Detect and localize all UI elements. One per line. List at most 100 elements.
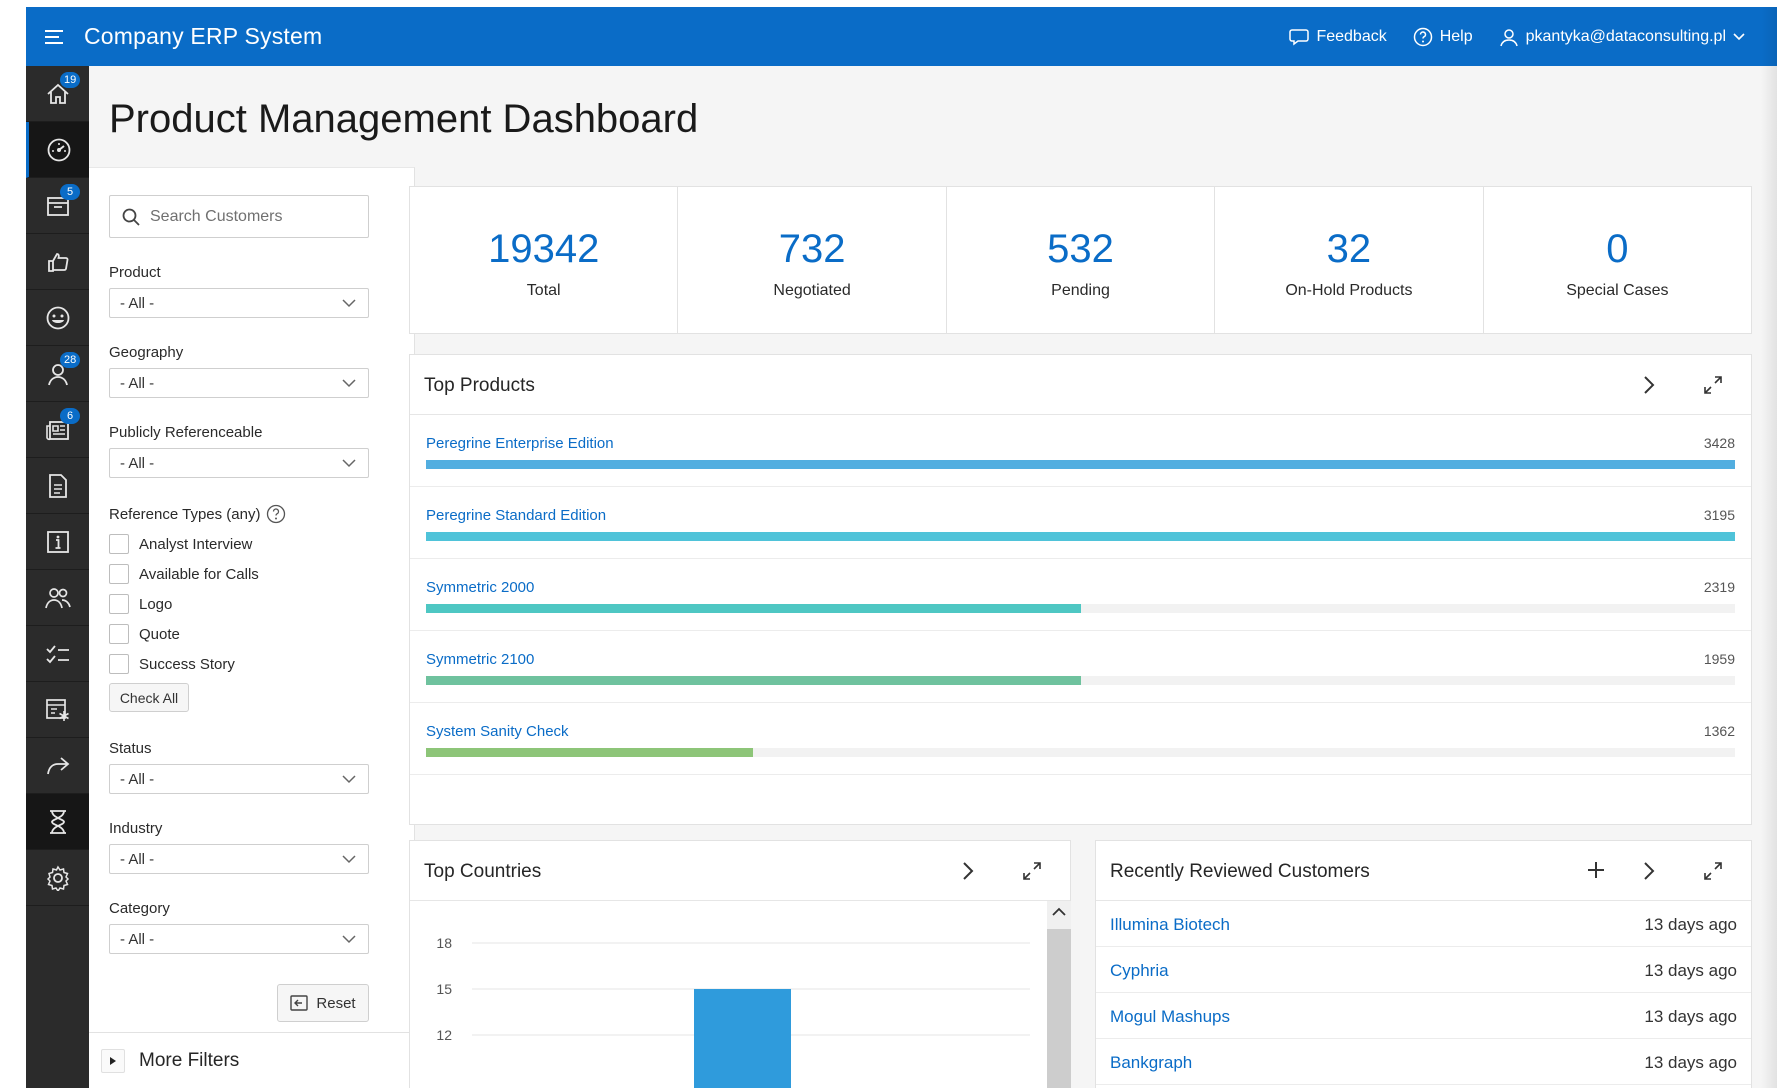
- product-select[interactable]: - All -: [109, 288, 369, 318]
- stat-total[interactable]: 19342 Total: [410, 187, 679, 333]
- nav-users[interactable]: 28: [26, 346, 89, 402]
- industry-select-value: - All -: [120, 850, 155, 868]
- nav-news[interactable]: 6: [26, 402, 89, 458]
- hamburger-menu-button[interactable]: [26, 7, 84, 66]
- product-name[interactable]: Peregrine Standard Edition: [426, 507, 606, 524]
- reviewed-customer-row[interactable]: Illumina Biotech 13 days ago: [1096, 901, 1751, 947]
- checkbox-success-story[interactable]: Success Story: [109, 654, 235, 674]
- stat-label: Special Cases: [1566, 282, 1669, 299]
- product-name[interactable]: Symmetric 2000: [426, 579, 534, 596]
- nav-home[interactable]: 19: [26, 66, 89, 122]
- app-window: Company ERP System Feedback Help pkantyk…: [26, 7, 1777, 1088]
- help-circle-icon: [1413, 27, 1432, 46]
- product-count: 3195: [1703, 507, 1735, 523]
- customer-name[interactable]: Bankgraph: [1110, 1053, 1192, 1073]
- help-circle-icon[interactable]: [266, 504, 286, 524]
- stat-pending[interactable]: 532 Pending: [947, 187, 1216, 333]
- reset-button[interactable]: Reset: [277, 984, 369, 1022]
- chevron-right-icon[interactable]: [1643, 861, 1655, 881]
- search-customers-input[interactable]: [150, 207, 350, 226]
- product-name[interactable]: Peregrine Enterprise Edition: [426, 435, 614, 452]
- checkbox-logo[interactable]: Logo: [109, 594, 172, 614]
- nav-forms[interactable]: [26, 682, 89, 738]
- stat-value: 532: [1047, 227, 1114, 271]
- emoji-face-icon: [46, 306, 69, 329]
- share-arrow-icon: [46, 756, 69, 774]
- chevron-right-icon[interactable]: [1643, 375, 1655, 395]
- nav-documents[interactable]: [26, 458, 89, 514]
- app-title[interactable]: Company ERP System: [84, 23, 322, 50]
- nav-groups[interactable]: [26, 570, 89, 626]
- nav-settings[interactable]: [26, 850, 89, 906]
- nav-dashboard[interactable]: [26, 122, 89, 178]
- stat-negotiated[interactable]: 732 Negotiated: [678, 187, 947, 333]
- expand-icon[interactable]: [1703, 861, 1723, 881]
- filter-panel: Product - All - Geography - All - Public…: [89, 167, 415, 1088]
- status-select[interactable]: - All -: [109, 764, 369, 794]
- product-row[interactable]: Symmetric 2100 1959: [410, 631, 1751, 703]
- product-bar-fill: [426, 676, 1081, 685]
- check-all-button[interactable]: Check All: [109, 683, 189, 712]
- plus-icon[interactable]: [1587, 861, 1605, 879]
- hourglass-icon: [49, 809, 66, 834]
- checkbox[interactable]: [109, 654, 129, 674]
- checkbox[interactable]: [109, 594, 129, 614]
- dashboard-gauge-icon: [47, 138, 71, 161]
- customer-name[interactable]: Illumina Biotech: [1110, 915, 1230, 935]
- customer-name[interactable]: Cyphria: [1110, 961, 1169, 981]
- user-menu[interactable]: pkantyka@dataconsulting.pl: [1499, 27, 1745, 47]
- checkbox-analyst-interview[interactable]: Analyst Interview: [109, 534, 252, 554]
- referenceable-select[interactable]: - All -: [109, 448, 369, 478]
- checkbox[interactable]: [109, 564, 129, 584]
- checkbox-quote[interactable]: Quote: [109, 624, 180, 644]
- nav-info[interactable]: [26, 514, 89, 570]
- checkbox[interactable]: [109, 624, 129, 644]
- expand-icon[interactable]: [1022, 861, 1042, 881]
- chevron-down-icon: [342, 379, 356, 388]
- nav-emoji[interactable]: [26, 290, 89, 346]
- stat-label: Negotiated: [773, 282, 851, 299]
- product-name[interactable]: Symmetric 2100: [426, 651, 534, 668]
- customer-name[interactable]: Mogul Mashups: [1110, 1007, 1230, 1027]
- country-bar[interactable]: [694, 989, 791, 1088]
- recently-reviewed-region: Recently Reviewed Customers Illumina Bio…: [1095, 840, 1752, 1088]
- chevron-right-icon[interactable]: [962, 861, 974, 881]
- reviewed-customer-row[interactable]: Cyphria 13 days ago: [1096, 947, 1751, 993]
- page-title: Product Management Dashboard: [109, 97, 699, 141]
- scroll-up-icon[interactable]: [1052, 907, 1066, 917]
- search-box[interactable]: [109, 195, 369, 238]
- more-filters-toggle[interactable]: More Filters: [89, 1032, 415, 1088]
- product-row[interactable]: Peregrine Enterprise Edition 3428: [410, 415, 1751, 487]
- scrollbar-thumb[interactable]: [1047, 929, 1071, 1088]
- help-link[interactable]: Help: [1413, 27, 1473, 47]
- category-select[interactable]: - All -: [109, 924, 369, 954]
- reference-types-label: Reference Types (any): [109, 505, 261, 523]
- nav-likes[interactable]: [26, 234, 89, 290]
- category-filter-label: Category: [109, 900, 170, 917]
- checkbox-available-for-calls[interactable]: Available for Calls: [109, 564, 259, 584]
- top-countries-region: Top Countries 18 15 12: [409, 840, 1071, 1088]
- reviewed-customer-row[interactable]: Mogul Mashups 13 days ago: [1096, 993, 1751, 1039]
- industry-select[interactable]: - All -: [109, 844, 369, 874]
- product-row[interactable]: Peregrine Standard Edition 3195: [410, 487, 1751, 559]
- expand-icon[interactable]: [1703, 375, 1723, 395]
- nav-archive[interactable]: 5: [26, 178, 89, 234]
- product-name[interactable]: System Sanity Check: [426, 723, 569, 740]
- feedback-link[interactable]: Feedback: [1289, 28, 1387, 46]
- top-countries-title: Top Countries: [424, 861, 542, 882]
- nav-tasks[interactable]: [26, 626, 89, 682]
- nav-badge: 19: [60, 72, 81, 88]
- stat-on-hold[interactable]: 32 On-Hold Products: [1215, 187, 1484, 333]
- reset-icon: [290, 995, 309, 1011]
- nav-history[interactable]: [26, 794, 89, 850]
- stat-special-cases[interactable]: 0 Special Cases: [1484, 187, 1751, 333]
- nav-share[interactable]: [26, 738, 89, 794]
- product-row[interactable]: System Sanity Check 1362: [410, 703, 1751, 775]
- geography-select[interactable]: - All -: [109, 368, 369, 398]
- vertical-scrollbar[interactable]: [1047, 901, 1071, 1088]
- product-select-value: - All -: [120, 294, 155, 312]
- product-row[interactable]: Symmetric 2000 2319: [410, 559, 1751, 631]
- reviewed-customer-row[interactable]: Bankgraph 13 days ago: [1096, 1039, 1751, 1085]
- checkbox[interactable]: [109, 534, 129, 554]
- chevron-down-icon: [342, 459, 356, 468]
